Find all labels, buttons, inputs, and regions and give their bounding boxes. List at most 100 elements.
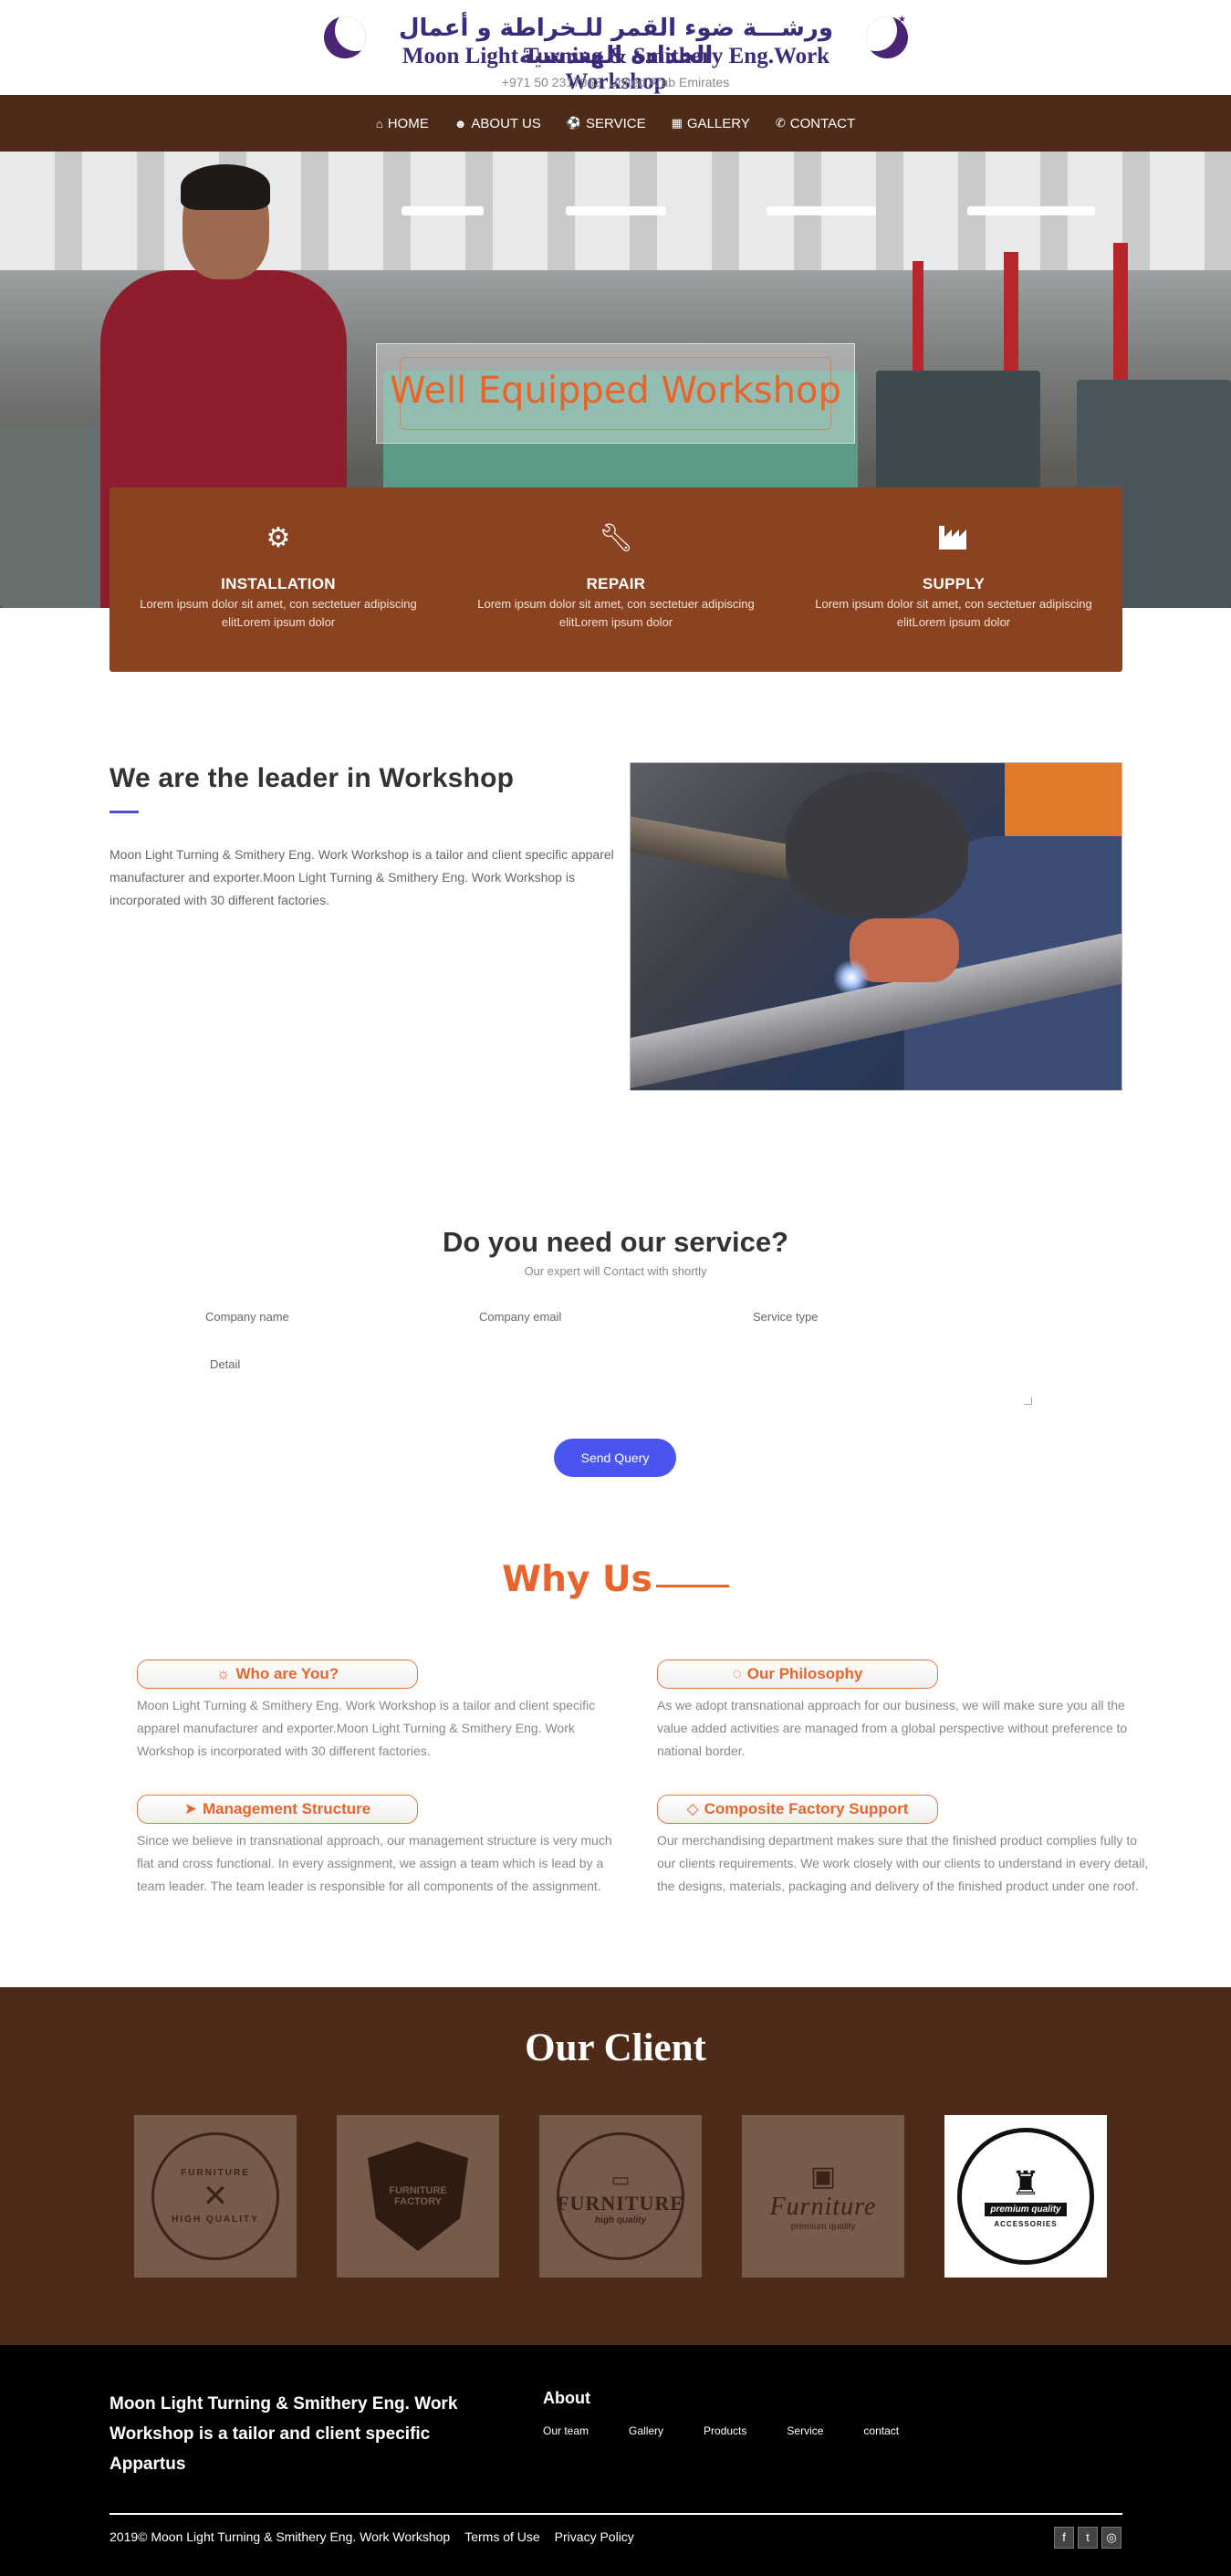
footer-bottom: 2019© Moon Light Turning & Smithery Eng.… xyxy=(110,2529,634,2544)
why-item-badge[interactable]: ◌ Our Philosophy xyxy=(657,1660,938,1689)
logo-badge: ♜ premium quality ACCESSORIES xyxy=(957,2128,1094,2265)
crescent-moon-icon xyxy=(324,16,366,58)
contact-line: +971 50 2317963, United Arab Emirates xyxy=(501,75,730,89)
service-repair[interactable]: 🔧︎ REPAIR Lorem ipsum dolor sit amet, co… xyxy=(465,522,767,672)
worker-hair xyxy=(181,164,270,210)
company-email-input[interactable]: Company email xyxy=(479,1310,753,1328)
instagram-icon[interactable]: ◎ xyxy=(1101,2527,1121,2549)
nav-item-service[interactable]: ⚽ SERVICE xyxy=(567,116,646,131)
service-request-form: Do you need our service? Our expert will… xyxy=(0,1226,1231,1482)
terms-link[interactable]: Terms of Use xyxy=(464,2529,539,2544)
service-text: Lorem ipsum dolor sit amet, con sectetue… xyxy=(815,597,1092,629)
nav-item-home[interactable]: ⌂ HOME xyxy=(376,116,429,131)
nav-item-contact[interactable]: ✆ CONTACT xyxy=(776,116,855,131)
wrench-icon: 🔧︎ xyxy=(598,523,634,553)
service-installation[interactable]: ⚙ INSTALLATION Lorem ipsum dolor sit ame… xyxy=(128,522,429,672)
ceiling-lamp xyxy=(566,206,666,215)
location-arrow-icon: ➤ xyxy=(183,1800,198,1817)
client-logo[interactable]: ▣ Furniture premium quality xyxy=(742,2115,904,2278)
service-type-input[interactable]: Service type xyxy=(753,1310,1027,1328)
form-fields-row: Company name Company email Service type xyxy=(205,1310,1027,1328)
factory-icon xyxy=(803,522,1104,555)
why-item-text: Since we believe in transnational approa… xyxy=(137,1833,612,1893)
facebook-icon[interactable]: f xyxy=(1054,2527,1074,2549)
why-item-badge[interactable]: ☼ Who are You? xyxy=(137,1660,418,1689)
why-item-title: Composite Factory Support xyxy=(704,1800,909,1817)
why-us-section: Why Us ☼ Who are You? Moon Light Turning … xyxy=(0,1559,1231,1988)
about-text: Moon Light Turning & Smithery Eng. Work … xyxy=(110,847,614,907)
home-icon: ⌂ xyxy=(375,116,383,131)
client-logo[interactable]: ▭ FURNITURE high quality xyxy=(539,2115,702,2278)
ceiling-lamp xyxy=(767,206,876,215)
send-query-button[interactable]: Send Query xyxy=(554,1439,676,1477)
why-item-title: Who are You? xyxy=(235,1665,339,1682)
why-item-badge[interactable]: ➤ Management Structure xyxy=(137,1795,418,1824)
site-logo[interactable]: ★ ورشـــة ضوء القمر للـخراطة و أعمال الح… xyxy=(324,13,908,94)
footer-link-service[interactable]: Service xyxy=(787,2424,823,2437)
circle-notch-icon: ◌ xyxy=(732,1665,742,1682)
nav-item-about[interactable]: ☻ ABOUT US xyxy=(454,116,541,131)
detail-textarea[interactable]: Detail xyxy=(205,1343,1034,1407)
why-item-title: Management Structure xyxy=(203,1800,371,1817)
logo-text: premium quality xyxy=(985,2203,1067,2216)
client-logos: FURNITURE ✕ HIGH QUALITY FURNITURE FACTO… xyxy=(134,2115,1107,2279)
privacy-link[interactable]: Privacy Policy xyxy=(555,2529,634,2544)
detail-placeholder: Detail xyxy=(210,1357,241,1371)
logo-text: FURNITURE xyxy=(181,2168,250,2178)
client-logo[interactable]: FURNITURE ✕ HIGH QUALITY xyxy=(134,2115,297,2278)
why-item-factory: ◇ Composite Factory Support Our merchandi… xyxy=(657,1795,1150,1898)
nav-label: HOME xyxy=(387,115,429,131)
crossed-tools-icon: ✕ xyxy=(202,2179,229,2214)
company-name-input[interactable]: Company name xyxy=(205,1310,479,1328)
logo-badge: FURNITURE ✕ HIGH QUALITY xyxy=(151,2132,279,2260)
resize-grip-icon[interactable] xyxy=(1024,1397,1032,1405)
client-logo[interactable]: FURNITURE FACTORY xyxy=(337,2115,499,2278)
welding-helmet xyxy=(786,772,968,918)
logo-text: high quality xyxy=(594,2215,647,2225)
copyright: 2019© Moon Light Turning & Smithery Eng.… xyxy=(110,2529,451,2544)
logo-text: HIGH QUALITY xyxy=(172,2215,259,2225)
title-underline xyxy=(110,811,139,813)
nav-item-gallery[interactable]: ▦ GALLERY xyxy=(672,116,750,131)
logo-text: premium quality xyxy=(790,2222,856,2232)
logo-text: ACCESSORIES xyxy=(994,2220,1058,2228)
why-item-philosophy: ◌ Our Philosophy As we adopt transnationa… xyxy=(657,1660,1150,1763)
footer-about-title: About xyxy=(543,2389,590,2407)
logo-shield: FURNITURE FACTORY xyxy=(368,2141,468,2251)
sun-icon: ☼ xyxy=(215,1665,231,1682)
nav-label: GALLERY xyxy=(686,115,750,131)
clients-section: Our Client FURNITURE ✕ HIGH QUALITY FURN… xyxy=(0,1987,1231,2345)
service-text: Lorem ipsum dolor sit amet, con sectetue… xyxy=(140,597,417,629)
column-icon: ♜ xyxy=(1010,2164,1041,2202)
twitter-icon[interactable]: t xyxy=(1078,2527,1098,2549)
hero-title-box: Well Equipped Workshop xyxy=(376,343,855,444)
why-item-title: Our Philosophy xyxy=(746,1665,863,1682)
ceiling-lamp xyxy=(402,206,484,215)
why-title: Why Us xyxy=(0,1559,1231,1600)
client-logo[interactable]: ♜ premium quality ACCESSORIES xyxy=(944,2115,1107,2278)
footer-link-contact[interactable]: contact xyxy=(863,2424,899,2437)
logo-badge: ▭ FURNITURE high quality xyxy=(557,2132,684,2260)
why-item-who: ☼ Who are You? Moon Light Turning & Smith… xyxy=(137,1660,630,1763)
film-icon: ▦ xyxy=(671,116,683,130)
logo-text: Furniture xyxy=(769,2193,877,2221)
footer-link-products[interactable]: Products xyxy=(704,2424,746,2437)
service-title: REPAIR xyxy=(586,575,646,592)
clients-title: Our Client xyxy=(525,2026,706,2069)
main-nav: ⌂ HOME ☻ ABOUT US ⚽ SERVICE ▦ GALLERY ✆ CONTA… xyxy=(0,95,1231,152)
soccer-ball-icon: ⚽ xyxy=(566,116,581,130)
welder-photo xyxy=(630,762,1122,1091)
hero-title: Well Equipped Workshop xyxy=(390,370,841,412)
why-item-badge[interactable]: ◇ Composite Factory Support xyxy=(657,1795,938,1824)
footer-link-team[interactable]: Our team xyxy=(543,2424,589,2437)
service-supply[interactable]: SUPPLY Lorem ipsum dolor sit amet, con s… xyxy=(803,522,1104,672)
service-title: INSTALLATION xyxy=(221,575,336,592)
title-underline xyxy=(655,1585,729,1587)
footer-link-gallery[interactable]: Gallery xyxy=(629,2424,663,2437)
footer-about: About Our team Gallery Products Service … xyxy=(543,2389,899,2437)
form-subtitle: Our expert will Contact with shortly xyxy=(524,1264,707,1278)
star-icon: ★ xyxy=(898,15,906,25)
diamond-icon: ◇ xyxy=(686,1800,699,1817)
gear-icon: ⚙ xyxy=(266,523,291,553)
nav-label: SERVICE xyxy=(586,115,646,131)
